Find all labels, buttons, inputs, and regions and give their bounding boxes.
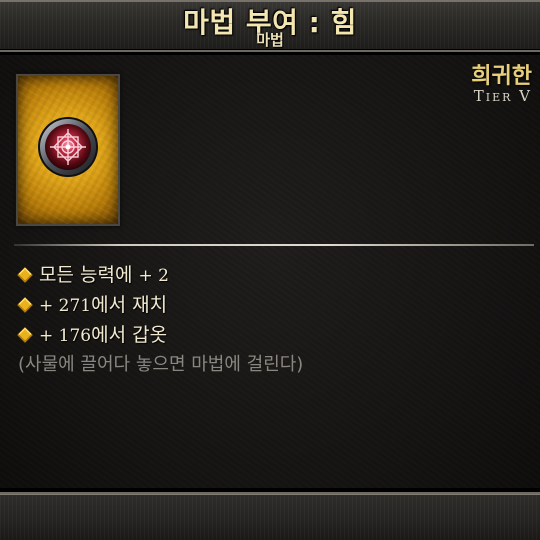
- rune-orb-icon: [38, 117, 98, 177]
- property-wit: + 271에서 재치: [17, 291, 303, 321]
- item-image: [15, 73, 121, 227]
- property-value: + 2: [138, 266, 169, 286]
- property-list: 모든 능력에 + 2 + 271에서 재치 + 176에서 갑옷 (사물에 끌어…: [17, 261, 304, 381]
- item-type: 마법: [256, 31, 284, 49]
- property-value: + 176: [39, 326, 92, 346]
- diamond-bullet-icon: [17, 297, 33, 313]
- property-value: + 271: [39, 296, 92, 316]
- tooltip-footer: [0, 488, 540, 540]
- section-divider: [14, 244, 534, 246]
- property-armor: + 176에서 갑옷: [17, 321, 303, 351]
- tooltip-header: 마법 부여 : 힘 마법: [0, 0, 540, 55]
- property-suffix: 에서 재치: [91, 294, 168, 316]
- usage-hint: (사물에 끌어다 놓으면 마법에 걸린다): [18, 354, 304, 375]
- item-rarity: 희귀한: [471, 64, 532, 89]
- property-prefix: 모든 능력에: [39, 264, 139, 286]
- property-suffix: 에서 갑옷: [91, 324, 168, 346]
- item-tier: Tier V: [473, 87, 532, 105]
- property-all-stats: 모든 능력에 + 2: [17, 261, 303, 291]
- diamond-bullet-icon: [17, 327, 33, 343]
- item-tooltip: 마법 부여 : 힘 마법 희귀한 Tier V 모든 능력에 + 2 + 271…: [0, 0, 540, 540]
- diamond-bullet-icon: [17, 267, 33, 283]
